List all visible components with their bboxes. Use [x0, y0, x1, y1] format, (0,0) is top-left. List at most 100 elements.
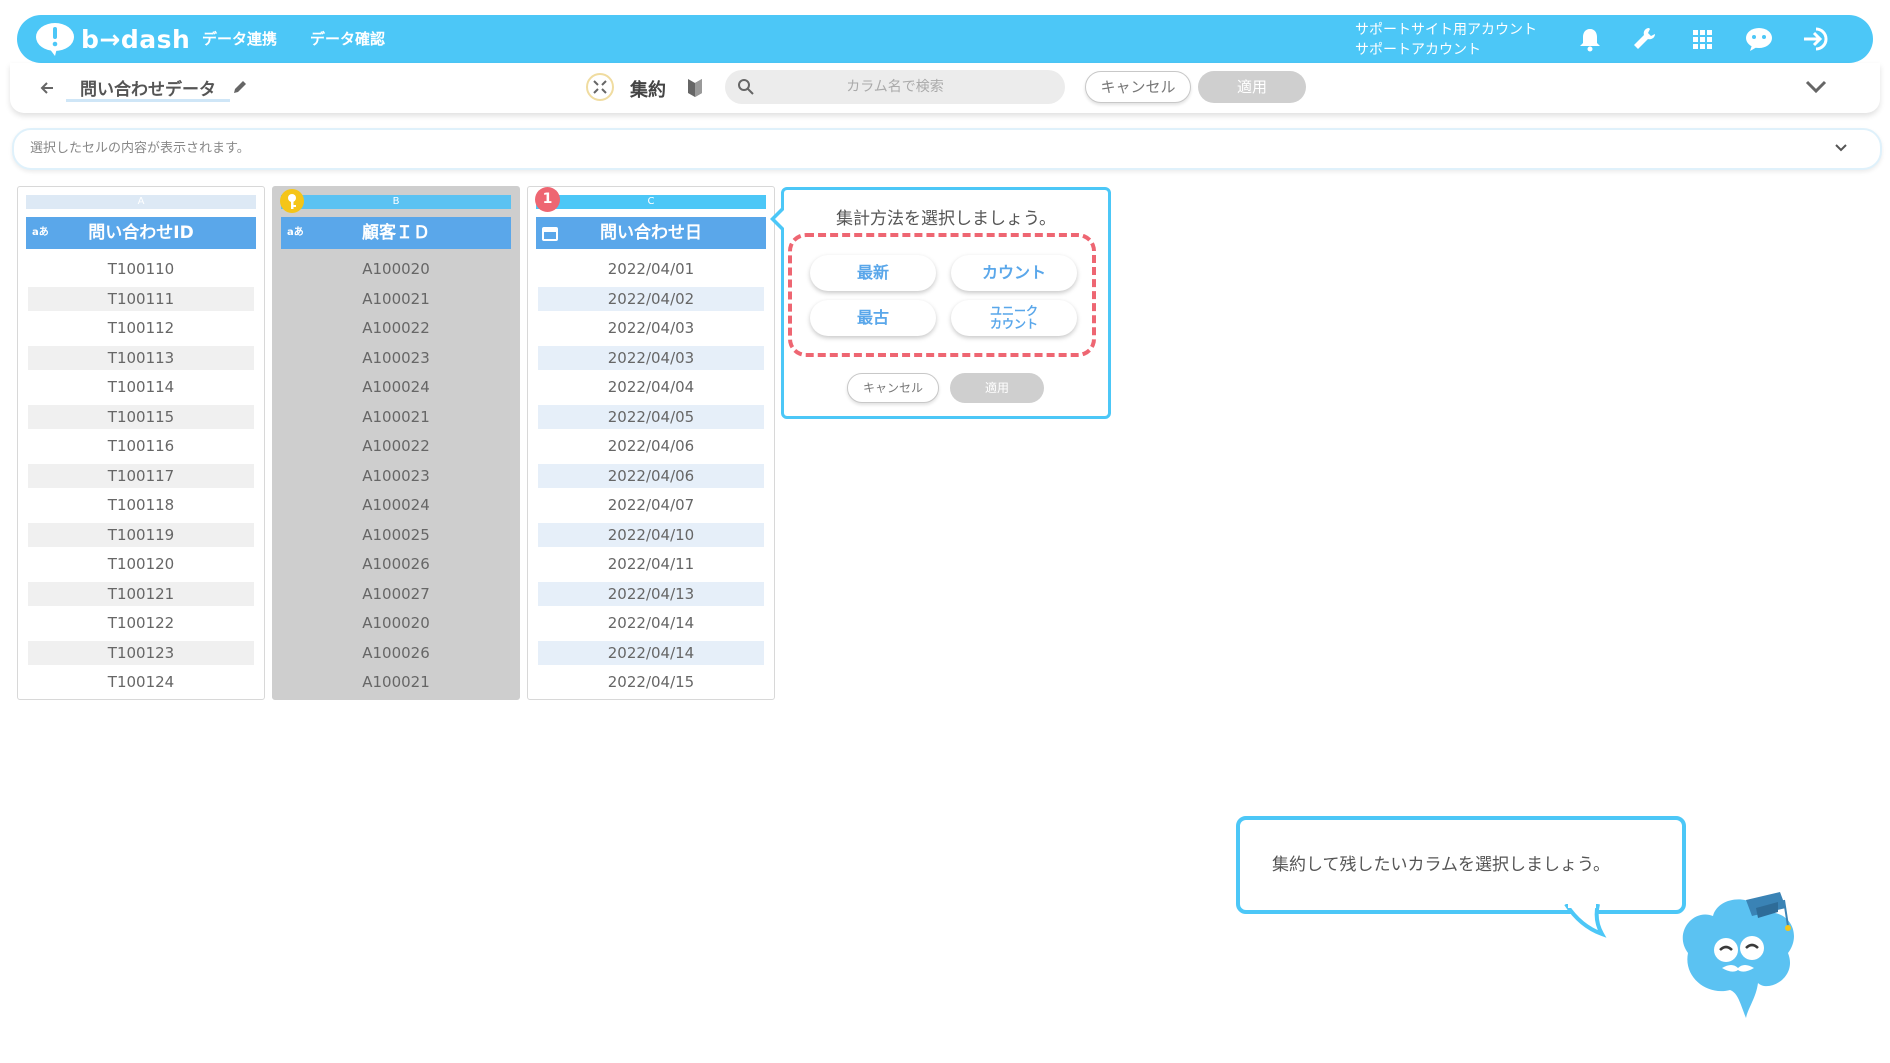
latest-button[interactable]: 最新 [810, 255, 936, 291]
table-cell[interactable]: 2022/04/03 [538, 316, 764, 340]
table-cell[interactable]: 2022/04/05 [538, 405, 764, 429]
column-search-box[interactable]: カラム名で検索 [725, 70, 1065, 104]
table-cell[interactable]: T100114 [28, 375, 254, 399]
table-cell[interactable]: A100022 [283, 316, 509, 340]
unique-count-line2: カウント [989, 317, 1038, 331]
account-line2: サポートアカウント [1355, 42, 1481, 58]
popup-cancel-button[interactable]: キャンセル [847, 373, 939, 403]
table-cell[interactable]: A100027 [283, 582, 509, 606]
column-letter: C [536, 195, 766, 209]
beginner-mark-icon[interactable] [686, 77, 704, 99]
column-c[interactable]: C 問い合わせ日 2022/04/01 2022/04/02 2022/04/0… [527, 186, 775, 700]
step-badge: 1 [535, 187, 560, 212]
table-cell[interactable]: A100022 [283, 434, 509, 458]
column-header[interactable]: aあ 顧客ＩＤ [281, 217, 511, 249]
table-cell[interactable]: 2022/04/06 [538, 434, 764, 458]
count-button[interactable]: カウント [951, 255, 1077, 291]
key-icon [280, 189, 304, 213]
column-header[interactable]: 問い合わせ日 [536, 217, 766, 249]
account-info[interactable]: サポートサイト用アカウント サポートアカウント [1355, 20, 1537, 60]
table-cell[interactable]: A100026 [283, 552, 509, 576]
collapse-icon[interactable] [586, 73, 614, 101]
chevron-down-icon[interactable] [1804, 79, 1828, 95]
table-cell[interactable]: 2022/04/11 [538, 552, 764, 576]
table-cell[interactable]: T100113 [28, 346, 254, 370]
table-cell[interactable]: T100117 [28, 464, 254, 488]
bubble-tail [1564, 904, 1607, 938]
nav-data-check[interactable]: データ確認 [310, 15, 385, 63]
mode-label: 集約 [630, 80, 666, 101]
column-name: 問い合わせ日 [600, 223, 702, 243]
table-cell[interactable]: A100021 [283, 405, 509, 429]
text-type-icon: aあ [32, 227, 49, 238]
column-a[interactable]: A aあ 問い合わせID T100110 T100111 T100112 T10… [17, 186, 265, 700]
table-cell[interactable]: 2022/04/14 [538, 641, 764, 665]
data-name-title[interactable]: 問い合わせデータ [80, 75, 216, 100]
column-letter: B [281, 195, 511, 209]
cell-content-bar[interactable]: 選択したセルの内容が表示されます。 [12, 128, 1882, 170]
table-cell[interactable]: T100111 [28, 287, 254, 311]
text-type-icon: aあ [287, 227, 304, 238]
app-header: b→dash データ連携 データ確認 サポートサイト用アカウント サポートアカウ… [17, 15, 1873, 63]
column-name: 顧客ＩＤ [362, 223, 430, 243]
table-cell[interactable]: 2022/04/04 [538, 375, 764, 399]
table-cell[interactable]: A100024 [283, 375, 509, 399]
logout-icon[interactable] [1802, 26, 1832, 52]
unique-count-button[interactable]: ユニーク カウント [951, 300, 1077, 336]
popup-title: 集計方法を選択しましょう。 [836, 209, 1056, 229]
table-cell[interactable]: A100021 [283, 287, 509, 311]
table-cell[interactable]: T100124 [28, 670, 254, 694]
title-underline [66, 99, 230, 102]
table-cell[interactable]: T100121 [28, 582, 254, 606]
speech-balloon-icon [36, 23, 74, 56]
table-cell[interactable]: A100020 [283, 611, 509, 635]
nav-data-integration[interactable]: データ連携 [202, 15, 277, 63]
table-cell[interactable]: 2022/04/06 [538, 464, 764, 488]
chevron-down-small-icon[interactable] [1834, 142, 1848, 154]
column-header[interactable]: aあ 問い合わせID [26, 217, 256, 249]
grid-icon[interactable] [1689, 26, 1715, 52]
table-cell[interactable]: T100116 [28, 434, 254, 458]
table-cell[interactable]: 2022/04/01 [538, 257, 764, 281]
table-cell[interactable]: A100025 [283, 523, 509, 547]
table-cell[interactable]: A100021 [283, 670, 509, 694]
table-cell[interactable]: 2022/04/13 [538, 582, 764, 606]
table-cell[interactable]: T100118 [28, 493, 254, 517]
column-b[interactable]: B aあ 顧客ＩＤ A100020 A100021 A100022 A10002… [272, 186, 520, 700]
table-cell[interactable]: A100024 [283, 493, 509, 517]
table-cell[interactable]: 2022/04/02 [538, 287, 764, 311]
cell-content-text: 選択したセルの内容が表示されます。 [30, 141, 250, 156]
table-cell[interactable]: T100115 [28, 405, 254, 429]
table-cell[interactable]: T100119 [28, 523, 254, 547]
table-cell[interactable]: 2022/04/03 [538, 346, 764, 370]
table-cell[interactable]: 2022/04/07 [538, 493, 764, 517]
oldest-button[interactable]: 最古 [810, 300, 936, 336]
table-cell[interactable]: A100020 [283, 257, 509, 281]
calendar-icon [542, 227, 558, 241]
popup-pointer-inner [775, 210, 784, 228]
table-cell[interactable]: T100120 [28, 552, 254, 576]
table-cell[interactable]: T100123 [28, 641, 254, 665]
brand-name: b→dash [81, 24, 191, 54]
table-cell[interactable]: 2022/04/14 [538, 611, 764, 635]
table-cell[interactable]: 2022/04/15 [538, 670, 764, 694]
table-cell[interactable]: T100112 [28, 316, 254, 340]
table-cell[interactable]: T100110 [28, 257, 254, 281]
wrench-icon[interactable] [1632, 26, 1658, 52]
table-cell[interactable]: A100026 [283, 641, 509, 665]
chat-bot-icon[interactable] [1744, 26, 1774, 52]
arrow-left-icon[interactable] [38, 79, 56, 97]
table-cell[interactable]: A100023 [283, 464, 509, 488]
options-highlight [788, 233, 1096, 357]
bell-icon[interactable] [1577, 26, 1603, 52]
table-cell[interactable]: 2022/04/10 [538, 523, 764, 547]
toolbar-cancel-button[interactable]: キャンセル [1085, 71, 1191, 103]
brand-logo[interactable]: b→dash [35, 22, 190, 56]
toolbar-apply-button[interactable]: 適用 [1198, 71, 1306, 103]
column-name: 問い合わせID [88, 223, 194, 243]
table-cell[interactable]: A100023 [283, 346, 509, 370]
popup-apply-button[interactable]: 適用 [950, 373, 1044, 403]
table-cell[interactable]: T100122 [28, 611, 254, 635]
pencil-icon[interactable] [232, 79, 248, 95]
search-placeholder: カラム名で検索 [846, 79, 944, 95]
